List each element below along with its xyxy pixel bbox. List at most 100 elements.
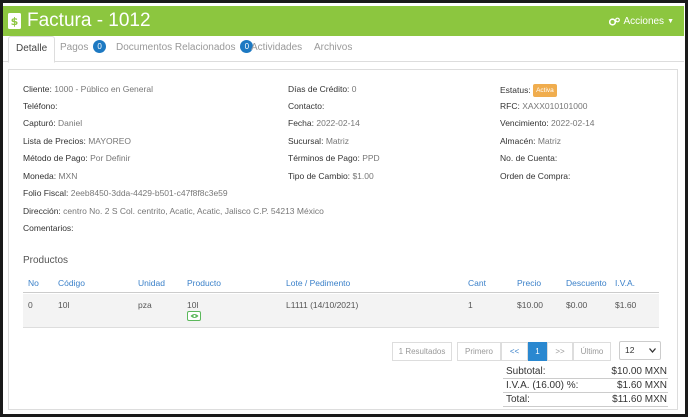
field-dias-credito: Días de Crédito: 0 [288,84,357,95]
invoice-icon: $ [8,13,21,29]
field-value: 2022-02-14 [551,118,595,128]
tab-documentos-relacionados[interactable]: Documentos Relacionados 0 [109,36,260,62]
col-no[interactable]: No [28,278,39,288]
col-iva[interactable]: I.V.A. [615,278,635,288]
first-page-button[interactable]: Primero [457,342,501,361]
field-capturo: Capturó: Daniel [23,118,82,129]
caret-down-icon: ▼ [667,18,674,25]
field-label: Contacto: [288,101,325,111]
col-codigo[interactable]: Código [58,278,85,288]
field-value: 1000 - Público en General [54,84,153,94]
field-orden-compra: Orden de Compra: [500,171,570,182]
col-descuento[interactable]: Descuento [566,278,607,288]
field-rfc: RFC: XAXX010101000 [500,101,587,112]
field-value: Daniel [57,118,83,128]
field-label: RFC: [500,101,520,111]
tab-pagos[interactable]: Pagos 0 [53,36,113,62]
field-label: Estatus: [500,85,531,95]
field-value: 2022-02-14 [316,118,360,128]
cell-cant: 1 [468,300,473,310]
gears-icon [609,17,621,26]
field-label: Días de Crédito: [288,84,350,94]
field-label: Dirección: [23,206,61,216]
products-title: Productos [23,255,69,266]
actions-label: Acciones [623,16,665,27]
header-bar: $ Factura - 1012 Acciones ▼ [3,6,684,36]
cell-producto: 10l [187,300,199,310]
field-label: Capturó: [23,118,56,128]
cell-descuento: $0.00 [566,300,588,310]
divider [503,406,668,407]
cell-no: 0 [28,300,33,310]
actions-dropdown[interactable]: Acciones ▼ [609,16,674,27]
col-producto[interactable]: Producto [187,278,221,288]
page-size-select[interactable]: 12 [619,341,661,360]
subtotal-label: Subtotal: [506,366,546,377]
field-direccion: Dirección: centro No. 2 S Col. centrito,… [23,206,324,217]
prev-page-button[interactable]: << [501,342,528,361]
field-terminos-pago: Términos de Pago: PPD [288,153,380,164]
page-1-button[interactable]: 1 [528,342,547,361]
tab-label: Detalle [16,43,48,54]
field-label: Tipo de Cambio: [288,171,351,181]
divider [503,378,668,379]
cell-codigo: 10l [58,300,70,310]
iva-value: $1.60 MXN [616,380,667,391]
field-value: 2eeb8450-3dda-4429-b501-c47f8f8c3e59 [70,188,228,198]
field-value: PPD [362,153,380,163]
field-lista-precios: Lista de Precios: MAYOREO [23,136,131,147]
field-comentarios: Comentarios: [23,223,74,234]
subtotal-value: $10.00 MXN [611,366,667,377]
field-label: Términos de Pago: [288,153,360,163]
products-table-header: No Código Unidad Producto Lote / Pedimen… [23,273,659,293]
page-title: Factura - 1012 [27,10,151,31]
tab-detalle[interactable]: Detalle [8,36,56,63]
field-label: Teléfono: [23,101,58,111]
field-label: Cliente: [23,84,52,94]
total-value: $11.60 MXN [612,394,667,405]
iva-label: I.V.A. (16.00) %: [506,380,579,391]
field-label: No. de Cuenta: [500,153,558,163]
cell-unidad: pza [138,300,152,310]
field-label: Método de Pago: [23,153,88,163]
next-page-button[interactable]: >> [547,342,573,361]
field-label: Moneda: [23,171,57,181]
field-tipo-cambio: Tipo de Cambio: $1.00 [288,171,374,182]
page-size-value: 12 [625,345,635,355]
col-lote[interactable]: Lote / Pedimento [286,278,350,288]
field-metodo-pago: Método de Pago: Por Definir [23,153,130,164]
field-label: Almacén: [500,136,536,146]
cell-lote: L1111 (14/10/2021) [286,300,359,310]
field-value: MXN [58,171,78,181]
field-telefono: Teléfono: [23,101,58,112]
field-value: centro No. 2 S Col. centrito, Acatic, Ac… [63,206,324,216]
field-label: Vencimiento: [500,118,549,128]
tab-archivos[interactable]: Archivos [307,36,359,62]
col-unidad[interactable]: Unidad [138,278,165,288]
cell-precio: $10.00 [517,300,543,310]
field-value: MAYOREO [88,136,132,146]
field-moneda: Moneda: MXN [23,171,77,182]
tab-bar: Detalle Pagos 0 Documentos Relacionados … [3,36,684,63]
cell-iva: $1.60 [615,300,637,310]
svg-text:$: $ [11,15,19,28]
field-label: Comentarios: [23,223,74,233]
divider [503,392,668,393]
field-label: Folio Fiscal: [23,188,69,198]
view-product-button[interactable] [187,311,201,321]
field-value: $1.00 [352,171,374,181]
field-cliente: Cliente: 1000 - Público en General [23,84,153,95]
field-contacto: Contacto: [288,101,324,112]
field-fecha: Fecha: 2022-02-14 [288,118,360,129]
field-almacen: Almacén: Matriz [500,136,561,147]
field-label: Fecha: [288,118,314,128]
table-row: 0 10l pza 10l L1111 (14/10/2021) 1 $10.0… [23,294,659,328]
last-page-button[interactable]: Último [573,342,611,361]
col-precio[interactable]: Precio [517,278,541,288]
tab-actividades[interactable]: Actividades [244,36,309,62]
total-label: Total: [506,394,530,405]
field-value: Matriz [325,136,349,146]
col-cant[interactable]: Cant [468,278,486,288]
field-folio-fiscal: Folio Fiscal: 2eeb8450-3dda-4429-b501-c4… [23,188,228,199]
tab-label: Pagos [60,42,89,53]
